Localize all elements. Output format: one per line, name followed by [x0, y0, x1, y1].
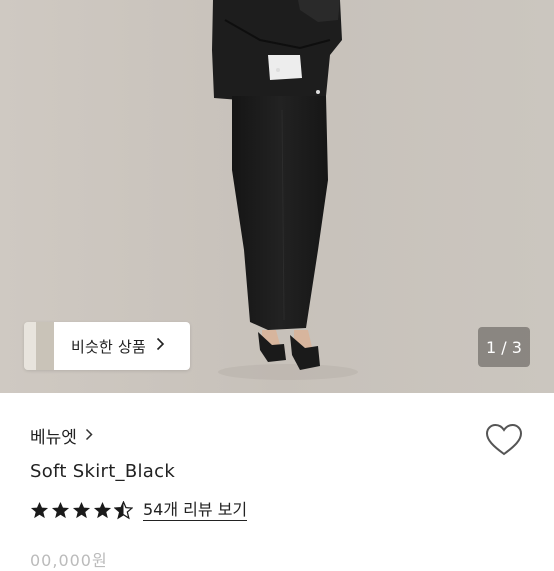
- star-icon: [51, 501, 70, 519]
- chevron-right-icon: [85, 426, 93, 446]
- brand-name: 베뉴엣: [30, 428, 77, 448]
- rating-row: 54개 리뷰 보기: [30, 500, 248, 521]
- similar-products-label: 비슷한 상품: [71, 337, 146, 356]
- chevron-right-icon: [156, 337, 165, 355]
- product-image-gallery[interactable]: 비슷한 상품 1 / 3: [0, 0, 554, 393]
- star-rating: [30, 501, 133, 520]
- star-half-icon: [114, 501, 133, 520]
- image-counter: 1 / 3: [478, 327, 530, 367]
- review-link[interactable]: 54개 리뷰 보기: [143, 500, 248, 521]
- heart-outline-icon[interactable]: [485, 423, 523, 457]
- star-icon: [72, 501, 91, 519]
- brand-link[interactable]: 베뉴엣: [30, 423, 93, 448]
- star-icon: [93, 501, 112, 519]
- product-info: 베뉴엣 Soft Skirt_Black 54개 리뷰 보기 00,000원: [0, 393, 554, 570]
- price: 00,000원: [30, 551, 108, 570]
- product-title: Soft Skirt_Black: [30, 461, 176, 482]
- similar-products-thumbnails: [24, 322, 54, 370]
- similar-products-button[interactable]: 비슷한 상품: [24, 322, 190, 370]
- star-icon: [30, 501, 49, 519]
